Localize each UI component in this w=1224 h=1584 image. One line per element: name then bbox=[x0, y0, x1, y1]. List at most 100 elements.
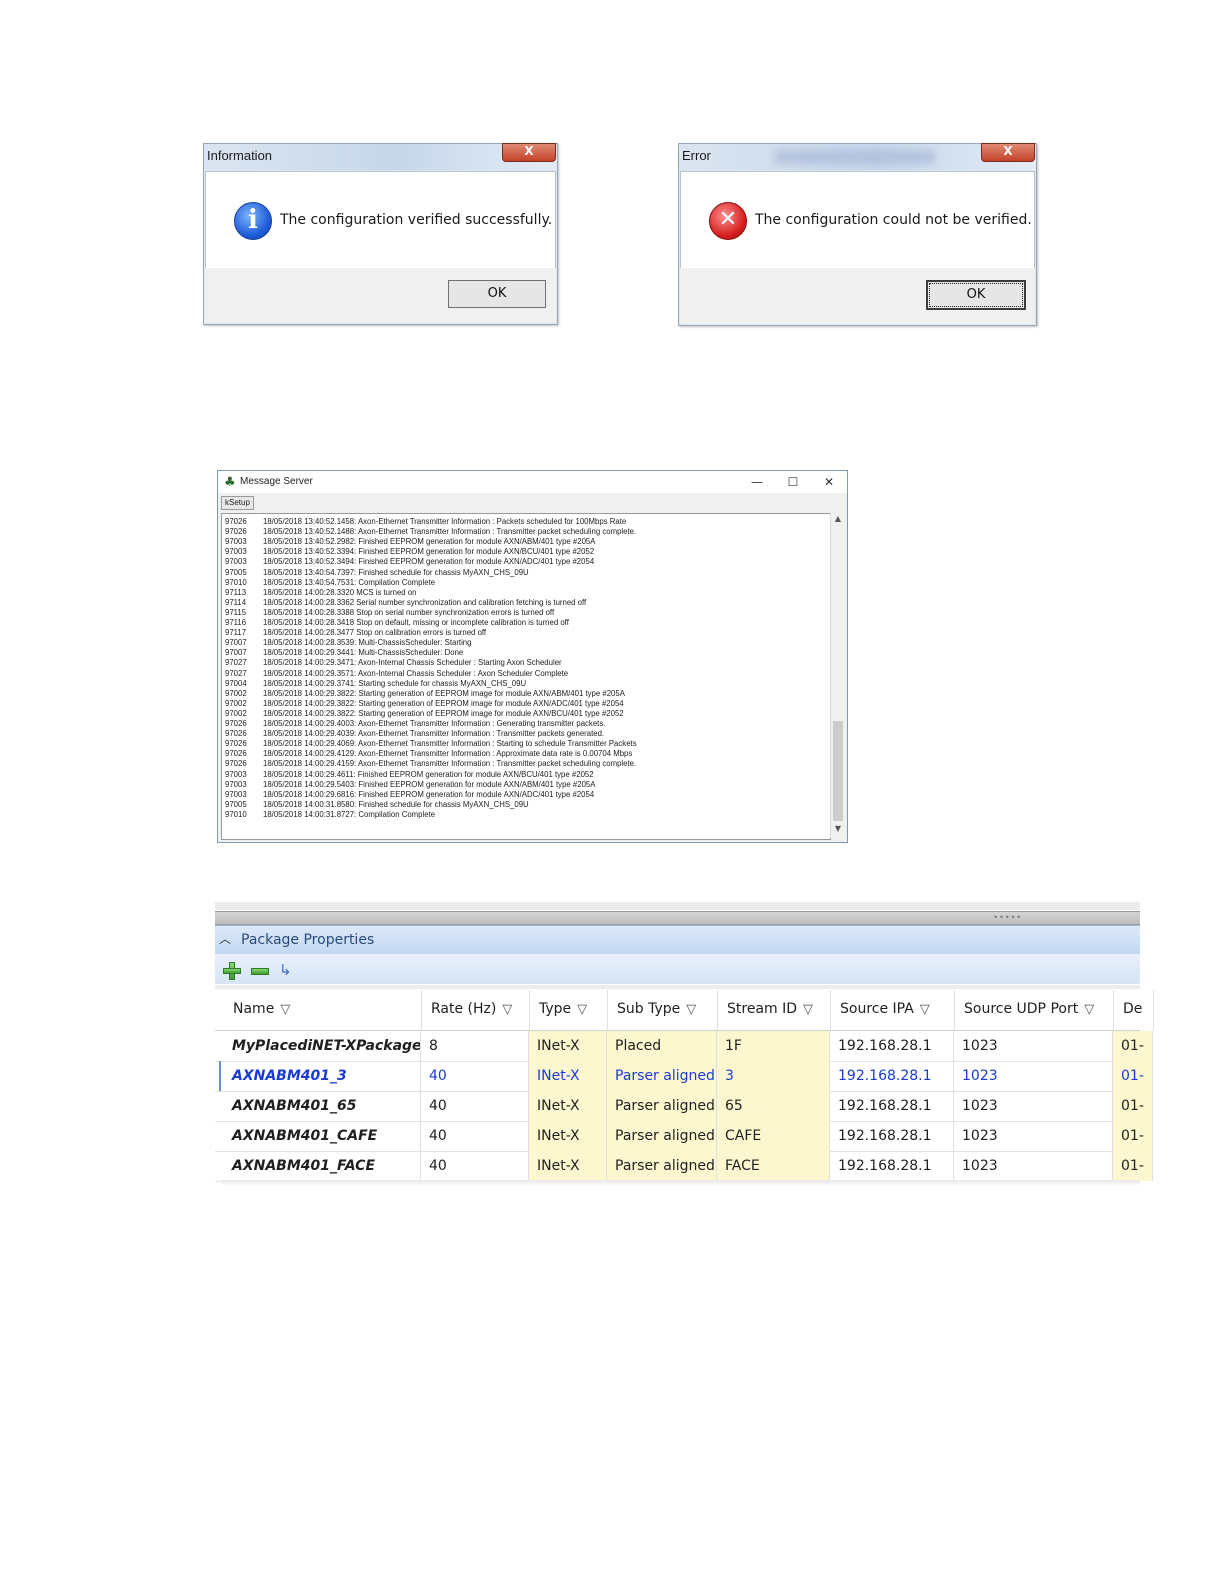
column-header-label: Type bbox=[539, 1001, 572, 1017]
cell-rate[interactable]: 40 bbox=[421, 1121, 529, 1151]
ok-button[interactable]: OK bbox=[448, 280, 546, 308]
panel-bottom-edge bbox=[221, 1180, 1140, 1186]
column-header-de[interactable]: De bbox=[1113, 990, 1154, 1030]
log-code: 97026 bbox=[225, 749, 247, 759]
log-text: 18/05/2018 14:00:28.3539: Multi-ChassisS… bbox=[263, 638, 472, 648]
table-row[interactable]: AXNABM401_3 40 INet-X Parser aligned 3 192.16… bbox=[215, 1061, 1153, 1092]
link-icon[interactable]: ↳ bbox=[279, 961, 292, 979]
tab-ksetup[interactable]: kSetup bbox=[221, 496, 254, 510]
cell-source-udp-port[interactable]: 1023 bbox=[954, 1151, 1113, 1181]
remove-icon[interactable] bbox=[251, 968, 269, 975]
cell-source-ipa[interactable]: 192.168.28.1 bbox=[830, 1061, 954, 1091]
cell-source-udp-port[interactable]: 1023 bbox=[954, 1061, 1113, 1091]
column-header-rate[interactable]: Rate (Hz) ▽ bbox=[421, 990, 530, 1030]
information-dialog: Information X i The configuration verifi… bbox=[203, 143, 558, 325]
cell-stream-id[interactable]: 65 bbox=[717, 1091, 830, 1121]
table-row[interactable]: AXNABM401_CAFE 40 INet-X Parser aligned CAFE… bbox=[215, 1121, 1153, 1152]
cell-name[interactable]: MyPlacediNET-XPackage bbox=[215, 1031, 421, 1061]
close-button[interactable]: ✕ bbox=[815, 473, 843, 491]
filter-icon[interactable]: ▽ bbox=[502, 1002, 512, 1017]
table-row[interactable]: AXNABM401_65 40 INet-X Parser aligned 65 192.… bbox=[215, 1091, 1153, 1122]
add-icon[interactable] bbox=[223, 962, 241, 980]
cell-source-udp-port[interactable]: 1023 bbox=[954, 1031, 1113, 1061]
table-row[interactable]: AXNABM401_FACE 40 INet-X Parser aligned FACE… bbox=[215, 1151, 1153, 1182]
log-code: 97026 bbox=[225, 759, 247, 769]
filter-icon[interactable]: ▽ bbox=[280, 1002, 290, 1017]
package-properties-header[interactable]: ︿ Package Properties bbox=[215, 925, 1140, 955]
log-text: 18/05/2018 14:00:29.4039: Axon-Ethernet … bbox=[263, 729, 605, 739]
log-code: 97026 bbox=[225, 527, 247, 537]
cell-type[interactable]: INet-X bbox=[529, 1031, 607, 1061]
cell-sub-type[interactable]: Parser aligned bbox=[607, 1151, 717, 1181]
filter-icon[interactable]: ▽ bbox=[577, 1002, 587, 1017]
cell-source-udp-port[interactable]: 1023 bbox=[954, 1091, 1113, 1121]
column-header-type[interactable]: Type ▽ bbox=[529, 990, 608, 1030]
cell-name[interactable]: AXNABM401_65 bbox=[215, 1091, 421, 1121]
ok-button[interactable]: OK bbox=[926, 280, 1026, 310]
cell-de[interactable]: 01- bbox=[1113, 1121, 1153, 1151]
cell-source-ipa[interactable]: 192.168.28.1 bbox=[830, 1091, 954, 1121]
log-code: 97113 bbox=[225, 587, 247, 597]
log-code: 97003 bbox=[225, 547, 247, 557]
cell-name[interactable]: AXNABM401_3 bbox=[215, 1061, 421, 1091]
close-button[interactable]: X bbox=[981, 143, 1035, 162]
filter-icon[interactable]: ▽ bbox=[686, 1002, 696, 1017]
column-header-name[interactable]: Name ▽ bbox=[223, 990, 422, 1030]
cell-name[interactable]: AXNABM401_CAFE bbox=[215, 1121, 421, 1151]
cell-stream-id[interactable]: FACE bbox=[717, 1151, 830, 1181]
cell-stream-id[interactable]: 3 bbox=[717, 1061, 830, 1091]
cell-type[interactable]: INet-X bbox=[529, 1121, 607, 1151]
filter-icon[interactable]: ▽ bbox=[1084, 1002, 1094, 1017]
close-button[interactable]: X bbox=[502, 143, 556, 162]
cell-source-ipa[interactable]: 192.168.28.1 bbox=[830, 1031, 954, 1061]
cell-sub-type[interactable]: Parser aligned bbox=[607, 1091, 717, 1121]
cell-rate[interactable]: 40 bbox=[421, 1151, 529, 1181]
window-title: Message Server bbox=[240, 476, 313, 487]
cell-type[interactable]: INet-X bbox=[529, 1151, 607, 1181]
cell-rate[interactable]: 40 bbox=[421, 1091, 529, 1121]
log-text: 18/05/2018 14:00:29.5403: Finished EEPRO… bbox=[263, 779, 596, 789]
log-code: 97003 bbox=[225, 769, 247, 779]
scroll-down-icon[interactable]: ▼ bbox=[831, 824, 845, 836]
splitter-handle[interactable]: ••••• bbox=[215, 911, 1140, 925]
vertical-scrollbar[interactable]: ▲ ▼ bbox=[830, 513, 845, 838]
scroll-thumb[interactable] bbox=[833, 721, 843, 821]
collapse-icon[interactable]: ︿ bbox=[219, 930, 231, 947]
cell-stream-id[interactable]: 1F bbox=[717, 1031, 830, 1061]
error-dialog-footer: OK bbox=[680, 268, 1035, 324]
error-dialog-body: ✕ The configuration could not be verifie… bbox=[680, 171, 1035, 269]
cell-type[interactable]: INet-X bbox=[529, 1091, 607, 1121]
column-header-label: Stream ID bbox=[727, 1001, 798, 1017]
cell-sub-type[interactable]: Parser aligned bbox=[607, 1121, 717, 1151]
cell-de[interactable]: 01- bbox=[1113, 1091, 1153, 1121]
filter-icon[interactable]: ▽ bbox=[803, 1002, 813, 1017]
scroll-up-icon[interactable]: ▲ bbox=[831, 514, 845, 526]
filter-icon[interactable]: ▽ bbox=[920, 1002, 930, 1017]
message-log[interactable]: 97026 18/05/2018 13:40:52.1458: Axon-Ethe… bbox=[221, 513, 831, 840]
maximize-button[interactable]: ☐ bbox=[779, 473, 807, 491]
log-code: 97027 bbox=[225, 668, 247, 678]
column-header-source-ipa[interactable]: Source IPA ▽ bbox=[830, 990, 955, 1030]
cell-rate[interactable]: 40 bbox=[421, 1061, 529, 1091]
cell-source-ipa[interactable]: 192.168.28.1 bbox=[830, 1151, 954, 1181]
info-icon: i bbox=[234, 202, 272, 240]
column-header-stream-id[interactable]: Stream ID ▽ bbox=[717, 990, 831, 1030]
table-row[interactable]: MyPlacediNET-XPackage 8 INet-X Placed 1F 192.… bbox=[215, 1031, 1153, 1062]
cell-name[interactable]: AXNABM401_FACE bbox=[215, 1151, 421, 1181]
cell-type[interactable]: INet-X bbox=[529, 1061, 607, 1091]
cell-sub-type[interactable]: Parser aligned bbox=[607, 1061, 717, 1091]
cell-de[interactable]: 01- bbox=[1113, 1061, 1153, 1091]
cell-de[interactable]: 01- bbox=[1113, 1151, 1153, 1181]
column-header-sub-type[interactable]: Sub Type ▽ bbox=[607, 990, 718, 1030]
cell-source-udp-port[interactable]: 1023 bbox=[954, 1121, 1113, 1151]
column-header-source-udp-port[interactable]: Source UDP Port ▽ bbox=[954, 990, 1114, 1030]
cell-sub-type[interactable]: Placed bbox=[607, 1031, 717, 1061]
minimize-button[interactable]: — bbox=[743, 473, 771, 491]
cell-source-ipa[interactable]: 192.168.28.1 bbox=[830, 1121, 954, 1151]
cell-rate[interactable]: 8 bbox=[421, 1031, 529, 1061]
log-code: 97026 bbox=[225, 739, 247, 749]
cell-de[interactable]: 01- bbox=[1113, 1031, 1153, 1061]
cell-stream-id[interactable]: CAFE bbox=[717, 1121, 830, 1151]
log-code: 97027 bbox=[225, 658, 247, 668]
log-code: 97002 bbox=[225, 688, 247, 698]
